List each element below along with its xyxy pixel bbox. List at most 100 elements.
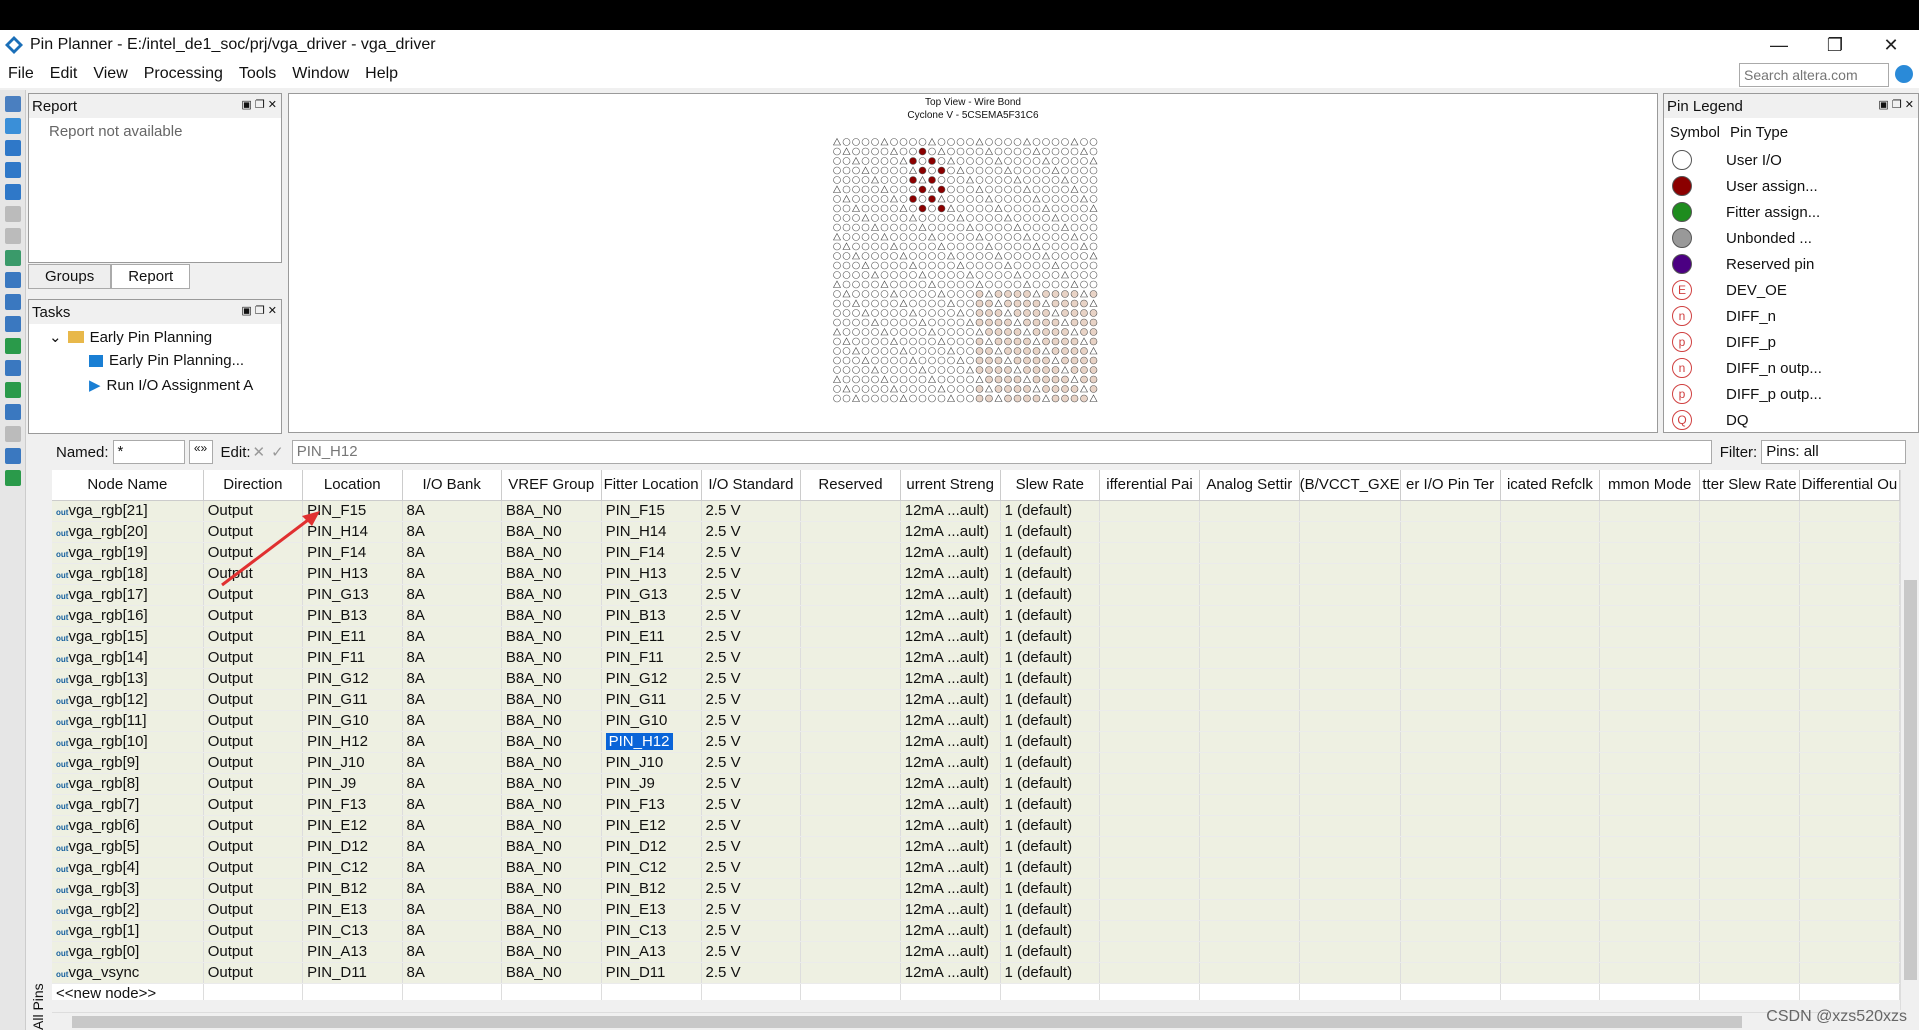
package-pin[interactable] — [975, 223, 984, 232]
package-pin[interactable] — [842, 194, 851, 203]
package-pin[interactable] — [1070, 280, 1079, 288]
table-cell[interactable]: 12mA ...ault) — [900, 542, 1001, 564]
table-cell[interactable] — [1799, 815, 1900, 837]
package-pin[interactable] — [899, 204, 908, 212]
package-pin[interactable] — [1089, 337, 1098, 346]
package-pin[interactable] — [1070, 176, 1079, 184]
table-cell[interactable] — [1199, 605, 1300, 627]
table-cell[interactable]: PIN_J10 — [601, 752, 702, 774]
package-pin[interactable] — [1080, 299, 1088, 308]
package-pin[interactable] — [947, 233, 955, 241]
package-pin[interactable] — [1004, 328, 1012, 336]
package-pin[interactable] — [852, 280, 860, 289]
package-pin[interactable] — [1032, 375, 1041, 384]
package-pin[interactable] — [871, 204, 879, 213]
package-pin[interactable] — [908, 356, 918, 364]
node-name-cell[interactable]: outvga_rgb[21] — [52, 500, 204, 522]
package-pin[interactable] — [975, 185, 984, 193]
tab-report[interactable]: Report — [111, 264, 191, 289]
package-pin[interactable] — [965, 365, 975, 374]
package-pin[interactable] — [956, 233, 965, 241]
package-pin[interactable] — [899, 271, 908, 279]
package-pin[interactable] — [937, 309, 946, 317]
package-pin[interactable] — [1070, 232, 1079, 241]
table-cell[interactable]: 8A — [402, 731, 502, 753]
table-cell[interactable]: 8A — [402, 857, 502, 879]
table-cell[interactable]: B8A_N0 — [501, 941, 602, 963]
package-pin[interactable] — [851, 299, 861, 307]
table-cell[interactable] — [1599, 836, 1701, 858]
table-cell[interactable] — [1299, 710, 1401, 732]
package-pin[interactable] — [842, 289, 851, 298]
pin-p-icon[interactable] — [5, 360, 21, 376]
package-pin[interactable] — [946, 156, 956, 165]
table-cell[interactable] — [1500, 899, 1601, 921]
package-pin[interactable] — [1013, 223, 1022, 231]
package-pin[interactable] — [870, 175, 880, 184]
package-pin[interactable] — [1042, 290, 1050, 298]
package-pin[interactable] — [833, 242, 841, 251]
package-pin[interactable] — [966, 290, 974, 298]
table-cell[interactable]: Output — [203, 941, 304, 963]
package-pin[interactable] — [889, 337, 899, 345]
table-cell[interactable] — [1299, 626, 1401, 648]
table-cell[interactable]: B8A_N0 — [501, 794, 602, 816]
table-cell[interactable]: 12mA ...ault) — [900, 626, 1001, 648]
table-cell[interactable] — [1199, 836, 1300, 858]
package-pin[interactable] — [890, 394, 898, 403]
table-cell[interactable]: 1 (default) — [1000, 920, 1101, 942]
table-cell[interactable] — [1299, 731, 1401, 753]
package-pin[interactable] — [928, 204, 936, 213]
column-header[interactable]: tter Slew Rate — [1699, 470, 1800, 501]
table-cell[interactable] — [1400, 899, 1501, 921]
package-pin[interactable] — [937, 166, 946, 175]
package-pin[interactable] — [1042, 176, 1050, 184]
table-cell[interactable]: B8A_N0 — [501, 647, 602, 669]
package-pin[interactable] — [889, 384, 899, 393]
table-cell[interactable] — [800, 899, 901, 921]
package-pin[interactable] — [1051, 147, 1060, 156]
table-cell[interactable]: Output — [203, 899, 304, 921]
table-cell[interactable]: 8A — [402, 584, 502, 606]
table-cell[interactable] — [1099, 731, 1200, 753]
table-row[interactable]: outvga_rgb[11] Output PIN_G10 8A B8A_N0 PIN_G… — [52, 710, 1900, 732]
package-pin[interactable] — [1023, 261, 1031, 270]
package-pin[interactable] — [1013, 147, 1022, 156]
table-cell[interactable] — [1299, 857, 1401, 879]
package-pin[interactable] — [871, 299, 879, 308]
table-cell[interactable]: B8A_N0 — [501, 584, 602, 606]
package-pin[interactable] — [918, 337, 927, 346]
package-pin[interactable] — [966, 233, 974, 241]
table-cell[interactable]: 2.5 V — [701, 899, 802, 921]
table-cell[interactable] — [1500, 563, 1601, 585]
package-pin[interactable] — [908, 213, 918, 222]
table-cell[interactable]: PIN_D11 — [302, 962, 403, 984]
package-pin[interactable] — [975, 299, 984, 308]
table-cell[interactable]: Output — [203, 542, 304, 564]
table-cell[interactable] — [1500, 983, 1601, 1000]
node-name-cell[interactable]: outvga_rgb[14] — [52, 647, 204, 669]
table-cell[interactable] — [1400, 857, 1501, 879]
table-cell[interactable] — [1699, 857, 1800, 879]
package-pin[interactable] — [899, 223, 908, 232]
package-pin[interactable] — [994, 261, 1003, 270]
package-pin[interactable] — [880, 356, 889, 365]
package-pin[interactable] — [1051, 366, 1060, 374]
package-pin[interactable] — [956, 195, 965, 203]
package-pin[interactable] — [1070, 204, 1079, 213]
package-pin[interactable] — [890, 157, 898, 165]
table-cell[interactable] — [1199, 521, 1300, 543]
package-pin[interactable] — [966, 328, 974, 336]
package-pin[interactable] — [880, 147, 889, 156]
package-pin[interactable] — [994, 166, 1003, 175]
table-cell[interactable] — [1299, 836, 1401, 858]
table-cell[interactable] — [1500, 794, 1601, 816]
table-cell[interactable]: 8A — [402, 542, 502, 564]
package-pin[interactable] — [1089, 328, 1098, 336]
package-pin[interactable] — [966, 394, 974, 403]
column-header[interactable]: er I/O Pin Ter — [1400, 470, 1501, 501]
package-pin[interactable] — [975, 356, 984, 365]
package-pin[interactable] — [1061, 195, 1069, 203]
table-cell[interactable]: 8A — [402, 563, 502, 585]
package-pin[interactable] — [1004, 299, 1012, 308]
